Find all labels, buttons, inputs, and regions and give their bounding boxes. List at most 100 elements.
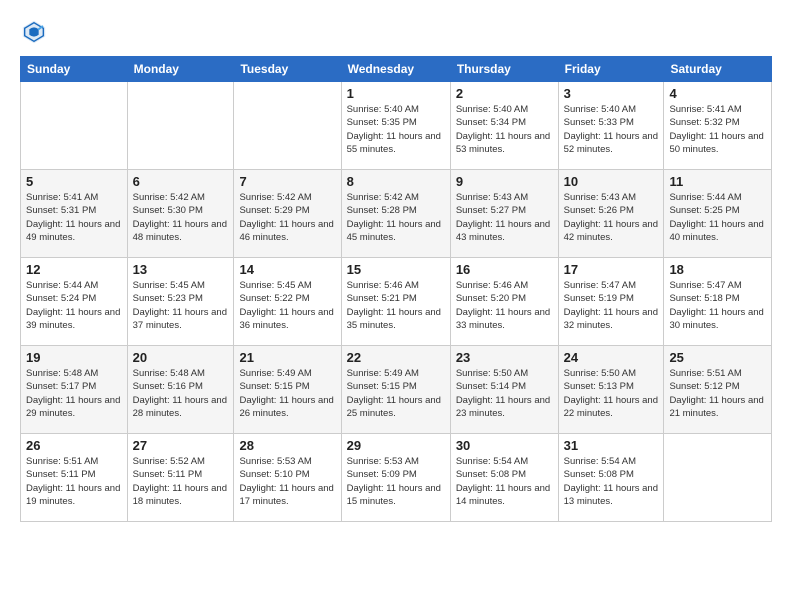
day-info: Sunrise: 5:43 AM Sunset: 5:27 PM Dayligh… xyxy=(456,191,553,244)
day-info: Sunrise: 5:51 AM Sunset: 5:12 PM Dayligh… xyxy=(669,367,766,420)
weekday-header-row: SundayMondayTuesdayWednesdayThursdayFrid… xyxy=(21,57,772,82)
day-cell: 6 Sunrise: 5:42 AM Sunset: 5:30 PM Daylig… xyxy=(127,170,234,258)
day-info: Sunrise: 5:42 AM Sunset: 5:28 PM Dayligh… xyxy=(347,191,445,244)
day-number: 19 xyxy=(26,350,122,365)
weekday-header-friday: Friday xyxy=(558,57,664,82)
day-number: 10 xyxy=(564,174,659,189)
day-number: 2 xyxy=(456,86,553,101)
day-info: Sunrise: 5:40 AM Sunset: 5:34 PM Dayligh… xyxy=(456,103,553,156)
day-number: 9 xyxy=(456,174,553,189)
day-cell: 13 Sunrise: 5:45 AM Sunset: 5:23 PM Dayli… xyxy=(127,258,234,346)
day-info: Sunrise: 5:43 AM Sunset: 5:26 PM Dayligh… xyxy=(564,191,659,244)
day-info: Sunrise: 5:48 AM Sunset: 5:17 PM Dayligh… xyxy=(26,367,122,420)
week-row-1: 1Sunrise: 5:40 AM Sunset: 5:35 PM Daylig… xyxy=(21,82,772,170)
day-cell: 8 Sunrise: 5:42 AM Sunset: 5:28 PM Daylig… xyxy=(341,170,450,258)
day-cell: 9 Sunrise: 5:43 AM Sunset: 5:27 PM Daylig… xyxy=(450,170,558,258)
day-info: Sunrise: 5:46 AM Sunset: 5:20 PM Dayligh… xyxy=(456,279,553,332)
day-number: 21 xyxy=(239,350,335,365)
day-cell: 5Sunrise: 5:41 AM Sunset: 5:31 PM Daylig… xyxy=(21,170,128,258)
day-cell: 29 Sunrise: 5:53 AM Sunset: 5:09 PM Dayli… xyxy=(341,434,450,522)
day-number: 12 xyxy=(26,262,122,277)
day-info: Sunrise: 5:53 AM Sunset: 5:09 PM Dayligh… xyxy=(347,455,445,508)
day-number: 23 xyxy=(456,350,553,365)
day-number: 1 xyxy=(347,86,445,101)
day-info: Sunrise: 5:44 AM Sunset: 5:25 PM Dayligh… xyxy=(669,191,766,244)
day-number: 31 xyxy=(564,438,659,453)
day-cell: 18Sunrise: 5:47 AM Sunset: 5:18 PM Dayli… xyxy=(664,258,772,346)
day-info: Sunrise: 5:50 AM Sunset: 5:14 PM Dayligh… xyxy=(456,367,553,420)
day-number: 14 xyxy=(239,262,335,277)
day-number: 17 xyxy=(564,262,659,277)
day-cell xyxy=(21,82,128,170)
weekday-header-thursday: Thursday xyxy=(450,57,558,82)
day-cell: 10 Sunrise: 5:43 AM Sunset: 5:26 PM Dayli… xyxy=(558,170,664,258)
page: SundayMondayTuesdayWednesdayThursdayFrid… xyxy=(0,0,792,612)
day-cell: 7Sunrise: 5:42 AM Sunset: 5:29 PM Daylig… xyxy=(234,170,341,258)
weekday-header-monday: Monday xyxy=(127,57,234,82)
day-number: 3 xyxy=(564,86,659,101)
day-number: 15 xyxy=(347,262,445,277)
day-number: 22 xyxy=(347,350,445,365)
week-row-5: 26 Sunrise: 5:51 AM Sunset: 5:11 PM Dayli… xyxy=(21,434,772,522)
day-cell: 12 Sunrise: 5:44 AM Sunset: 5:24 PM Dayli… xyxy=(21,258,128,346)
day-cell: 19 Sunrise: 5:48 AM Sunset: 5:17 PM Dayli… xyxy=(21,346,128,434)
day-cell: 28Sunrise: 5:53 AM Sunset: 5:10 PM Dayli… xyxy=(234,434,341,522)
day-info: Sunrise: 5:40 AM Sunset: 5:33 PM Dayligh… xyxy=(564,103,659,156)
day-info: Sunrise: 5:53 AM Sunset: 5:10 PM Dayligh… xyxy=(239,455,335,508)
logo xyxy=(20,18,52,46)
day-cell: 22 Sunrise: 5:49 AM Sunset: 5:15 PM Dayli… xyxy=(341,346,450,434)
week-row-4: 19 Sunrise: 5:48 AM Sunset: 5:17 PM Dayli… xyxy=(21,346,772,434)
day-info: Sunrise: 5:42 AM Sunset: 5:30 PM Dayligh… xyxy=(133,191,229,244)
day-cell: 14 Sunrise: 5:45 AM Sunset: 5:22 PM Dayli… xyxy=(234,258,341,346)
week-row-3: 12 Sunrise: 5:44 AM Sunset: 5:24 PM Dayli… xyxy=(21,258,772,346)
day-cell: 27Sunrise: 5:52 AM Sunset: 5:11 PM Dayli… xyxy=(127,434,234,522)
day-info: Sunrise: 5:51 AM Sunset: 5:11 PM Dayligh… xyxy=(26,455,122,508)
day-cell: 4 Sunrise: 5:41 AM Sunset: 5:32 PM Daylig… xyxy=(664,82,772,170)
day-info: Sunrise: 5:49 AM Sunset: 5:15 PM Dayligh… xyxy=(347,367,445,420)
day-number: 8 xyxy=(347,174,445,189)
logo-icon xyxy=(20,18,48,46)
day-number: 18 xyxy=(669,262,766,277)
day-cell: 24Sunrise: 5:50 AM Sunset: 5:13 PM Dayli… xyxy=(558,346,664,434)
day-info: Sunrise: 5:41 AM Sunset: 5:31 PM Dayligh… xyxy=(26,191,122,244)
day-cell: 21 Sunrise: 5:49 AM Sunset: 5:15 PM Dayli… xyxy=(234,346,341,434)
day-info: Sunrise: 5:50 AM Sunset: 5:13 PM Dayligh… xyxy=(564,367,659,420)
day-cell: 3 Sunrise: 5:40 AM Sunset: 5:33 PM Daylig… xyxy=(558,82,664,170)
day-info: Sunrise: 5:49 AM Sunset: 5:15 PM Dayligh… xyxy=(239,367,335,420)
day-info: Sunrise: 5:46 AM Sunset: 5:21 PM Dayligh… xyxy=(347,279,445,332)
weekday-header-wednesday: Wednesday xyxy=(341,57,450,82)
day-info: Sunrise: 5:54 AM Sunset: 5:08 PM Dayligh… xyxy=(456,455,553,508)
day-cell: 30 Sunrise: 5:54 AM Sunset: 5:08 PM Dayli… xyxy=(450,434,558,522)
day-cell: 15 Sunrise: 5:46 AM Sunset: 5:21 PM Dayli… xyxy=(341,258,450,346)
calendar-table: SundayMondayTuesdayWednesdayThursdayFrid… xyxy=(20,56,772,522)
day-number: 26 xyxy=(26,438,122,453)
day-cell: 25Sunrise: 5:51 AM Sunset: 5:12 PM Dayli… xyxy=(664,346,772,434)
day-number: 13 xyxy=(133,262,229,277)
day-info: Sunrise: 5:45 AM Sunset: 5:23 PM Dayligh… xyxy=(133,279,229,332)
day-cell xyxy=(127,82,234,170)
day-cell: 26 Sunrise: 5:51 AM Sunset: 5:11 PM Dayli… xyxy=(21,434,128,522)
weekday-header-sunday: Sunday xyxy=(21,57,128,82)
header xyxy=(20,18,772,46)
week-row-2: 5Sunrise: 5:41 AM Sunset: 5:31 PM Daylig… xyxy=(21,170,772,258)
day-number: 16 xyxy=(456,262,553,277)
day-info: Sunrise: 5:41 AM Sunset: 5:32 PM Dayligh… xyxy=(669,103,766,156)
day-cell: 16 Sunrise: 5:46 AM Sunset: 5:20 PM Dayli… xyxy=(450,258,558,346)
day-info: Sunrise: 5:44 AM Sunset: 5:24 PM Dayligh… xyxy=(26,279,122,332)
day-number: 6 xyxy=(133,174,229,189)
day-info: Sunrise: 5:42 AM Sunset: 5:29 PM Dayligh… xyxy=(239,191,335,244)
day-cell: 23 Sunrise: 5:50 AM Sunset: 5:14 PM Dayli… xyxy=(450,346,558,434)
weekday-header-saturday: Saturday xyxy=(664,57,772,82)
day-number: 30 xyxy=(456,438,553,453)
day-cell: 17 Sunrise: 5:47 AM Sunset: 5:19 PM Dayli… xyxy=(558,258,664,346)
day-info: Sunrise: 5:45 AM Sunset: 5:22 PM Dayligh… xyxy=(239,279,335,332)
day-info: Sunrise: 5:47 AM Sunset: 5:19 PM Dayligh… xyxy=(564,279,659,332)
weekday-header-tuesday: Tuesday xyxy=(234,57,341,82)
day-cell xyxy=(234,82,341,170)
day-cell: 31 Sunrise: 5:54 AM Sunset: 5:08 PM Dayli… xyxy=(558,434,664,522)
day-number: 29 xyxy=(347,438,445,453)
day-info: Sunrise: 5:48 AM Sunset: 5:16 PM Dayligh… xyxy=(133,367,229,420)
day-number: 4 xyxy=(669,86,766,101)
day-info: Sunrise: 5:54 AM Sunset: 5:08 PM Dayligh… xyxy=(564,455,659,508)
day-cell: 2 Sunrise: 5:40 AM Sunset: 5:34 PM Daylig… xyxy=(450,82,558,170)
